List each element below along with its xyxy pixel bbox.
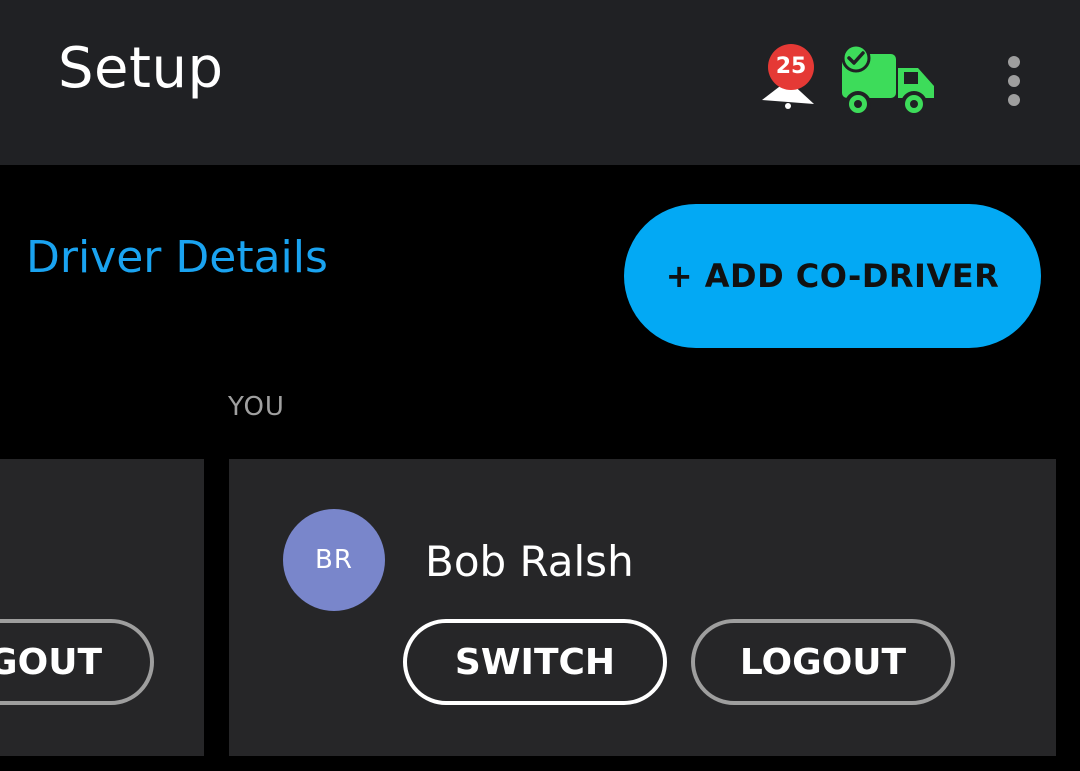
overflow-menu-button[interactable] [996,52,1032,112]
driver-card-current: BR Bob Ralsh SWITCH LOGOUT [229,459,1056,756]
notifications-button[interactable]: 25 [758,42,818,110]
app-bar: Setup 25 [0,0,1080,165]
truck-check-icon [841,43,934,117]
driver-name: Bob Ralsh [425,537,634,586]
driver-card-codriver: LOGOUT [0,459,204,756]
notification-count-badge: 25 [768,44,814,90]
vehicle-status-button[interactable] [838,43,938,118]
section-title: Driver Details [26,232,328,283]
logout-button[interactable]: LOGOUT [691,619,955,705]
avatar: BR [283,509,385,611]
current-driver-tag: YOU [228,392,285,422]
switch-button[interactable]: SWITCH [403,619,667,705]
overflow-menu-icon [1008,56,1020,106]
codriver-logout-button[interactable]: LOGOUT [0,619,154,705]
page-title: Setup [58,36,224,101]
add-co-driver-button[interactable]: + ADD CO-DRIVER [624,204,1041,348]
